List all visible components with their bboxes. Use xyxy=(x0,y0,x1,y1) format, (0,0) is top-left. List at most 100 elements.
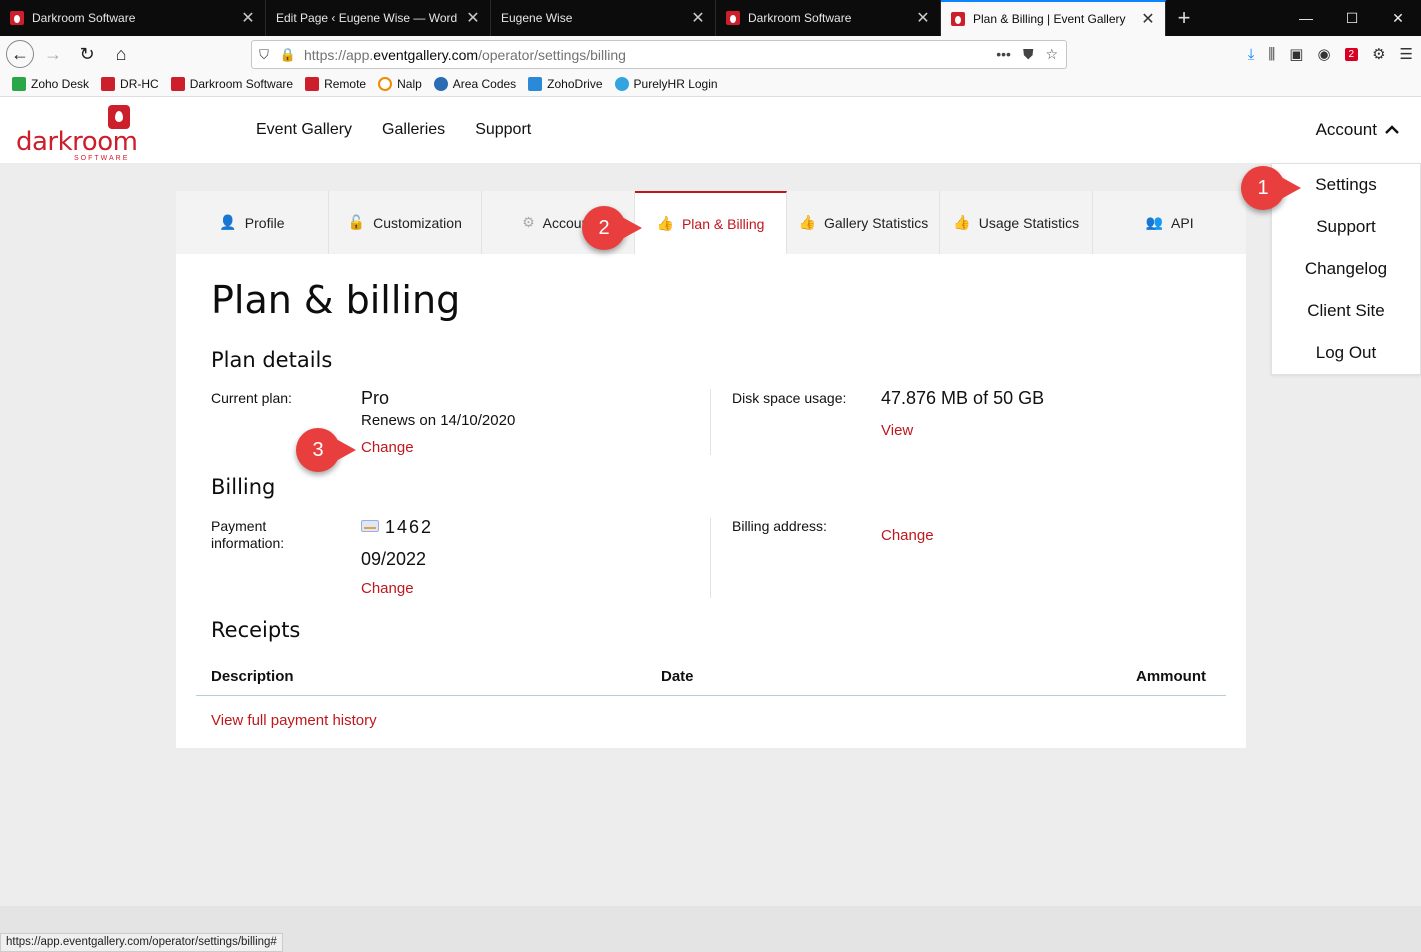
url-bar[interactable]: ⛉ 🔒 https://app.eventgallery.com/operato… xyxy=(251,40,1067,69)
dropdown-item-client-site[interactable]: Client Site xyxy=(1272,290,1420,332)
view-payment-history-link[interactable]: View full payment history xyxy=(211,712,377,729)
pocket-icon[interactable]: ⛊ xyxy=(1023,46,1034,63)
chevron-up-icon xyxy=(1385,125,1399,134)
column-divider xyxy=(710,389,711,455)
menu-icon[interactable]: ☰ xyxy=(1400,45,1413,63)
plan-name: Pro xyxy=(361,388,390,408)
padlock-icon[interactable]: 🔒 xyxy=(276,47,300,63)
nav-support[interactable]: Support xyxy=(475,121,531,139)
bookmark-item[interactable]: Area Codes xyxy=(433,77,516,91)
browser-tab[interactable]: Eugene Wise ✕ xyxy=(491,0,716,36)
receipts-table-header: Description Date Ammount xyxy=(211,668,1211,688)
bookmark-item[interactable]: Zoho Desk xyxy=(12,77,89,91)
callout-step-3: 3 xyxy=(296,428,356,472)
close-tab-icon[interactable]: ✕ xyxy=(1141,9,1155,29)
tab-gallery-statistics[interactable]: 👍 Gallery Statistics xyxy=(787,191,941,254)
forward-arrow-icon[interactable]: → xyxy=(38,39,68,69)
site-header: darkroom SOFTWARE Event Gallery Gallerie… xyxy=(0,97,1421,163)
dropdown-item-support[interactable]: Support xyxy=(1272,206,1420,248)
close-tab-icon[interactable]: ✕ xyxy=(916,8,930,28)
reload-icon[interactable]: ↻ xyxy=(72,39,102,69)
close-tab-icon[interactable]: ✕ xyxy=(241,8,255,28)
column-divider xyxy=(710,518,711,598)
darkroom-favicon-icon xyxy=(10,11,24,25)
change-plan-link[interactable]: Change xyxy=(361,439,414,456)
thumbs-up-icon: 👍 xyxy=(953,214,971,230)
bookmark-favicon-icon xyxy=(305,77,320,91)
bookmark-item[interactable]: ZohoDrive xyxy=(528,77,603,91)
user-icon: 👤 xyxy=(219,214,237,230)
bookmark-item[interactable]: Darkroom Software xyxy=(170,77,293,91)
card-expiry: 09/2022 xyxy=(361,549,427,569)
plan-renewal-date: Renews on 14/10/2020 xyxy=(361,412,516,429)
back-arrow-icon[interactable]: ← xyxy=(6,40,34,68)
bookmark-item[interactable]: PurelyHR Login xyxy=(614,77,718,91)
bookmark-item[interactable]: Remote xyxy=(305,77,366,91)
nav-galleries[interactable]: Galleries xyxy=(382,121,445,139)
url-text[interactable]: https://app.eventgallery.com/operator/se… xyxy=(304,47,996,63)
tab-usage-statistics[interactable]: 👍 Usage Statistics xyxy=(940,191,1094,254)
settings-tabs: 👤 Profile 🔓 Customization ⚙ Account 👍 Plan &… xyxy=(176,191,1246,254)
close-window-icon[interactable]: ✕ xyxy=(1375,0,1421,36)
library-icon[interactable]: ⫼ xyxy=(1268,46,1275,63)
bookmark-favicon-icon xyxy=(170,77,185,91)
bookmark-star-icon[interactable]: ☆ xyxy=(1045,46,1058,63)
dropdown-item-log-out[interactable]: Log Out xyxy=(1272,332,1420,374)
extension-badge[interactable]: 2 xyxy=(1344,47,1359,61)
card-number: 1462 xyxy=(361,517,433,538)
darkroom-favicon-icon xyxy=(951,12,965,26)
browser-navbar: ← → ↻ ⌂ ⛉ 🔒 https://app.eventgallery.com… xyxy=(0,36,1421,72)
callout-step-1: 1 xyxy=(1241,166,1301,210)
thumbs-up-icon: 👍 xyxy=(656,215,674,231)
maximize-icon[interactable]: ☐ xyxy=(1329,0,1375,36)
browser-toolbar: ⤓ ⫼ ▣ ◉ 2 ⚙ ☰ xyxy=(1248,36,1413,72)
thumbs-up-icon: 👍 xyxy=(798,214,816,230)
browser-tab[interactable]: Darkroom Software ✕ xyxy=(0,0,266,36)
change-payment-link[interactable]: Change xyxy=(361,580,414,597)
extension-icon[interactable]: ⚙ xyxy=(1372,45,1385,63)
bookmark-favicon-icon xyxy=(12,77,26,91)
window-controls: — ☐ ✕ xyxy=(1283,0,1421,36)
plan-details-heading: Plan details xyxy=(211,348,333,372)
darkroom-logo[interactable]: darkroom SOFTWARE xyxy=(16,105,138,162)
browser-tab[interactable]: Darkroom Software ✕ xyxy=(716,0,941,36)
column-amount: Ammount xyxy=(1136,668,1206,685)
view-disk-usage-link[interactable]: View xyxy=(881,422,913,439)
home-icon[interactable]: ⌂ xyxy=(106,39,136,69)
dropdown-item-changelog[interactable]: Changelog xyxy=(1272,248,1420,290)
nav-event-gallery[interactable]: Event Gallery xyxy=(256,121,352,139)
billing-address-label: Billing address: xyxy=(732,518,827,534)
payment-information-label: Payment information: xyxy=(211,518,285,551)
column-date: Date xyxy=(661,668,694,685)
browser-tab[interactable]: Edit Page ‹ Eugene Wise — WordPr ✕ xyxy=(266,0,491,36)
bookmark-favicon-icon xyxy=(614,77,629,91)
current-plan-label: Current plan: xyxy=(211,390,292,406)
new-tab-button[interactable]: + xyxy=(1166,0,1202,36)
tab-customization[interactable]: 🔓 Customization xyxy=(329,191,482,254)
tab-plan-billing[interactable]: 👍 Plan & Billing xyxy=(634,191,788,254)
bookmark-item[interactable]: Nalp xyxy=(378,77,422,91)
bookmark-item[interactable]: DR-HC xyxy=(101,77,159,91)
callout-step-2: 2 xyxy=(582,206,642,250)
account-menu-toggle[interactable]: Account xyxy=(1316,97,1399,163)
browser-tab-bar: Darkroom Software ✕ Edit Page ‹ Eugene W… xyxy=(0,0,1421,36)
page-actions-icon[interactable]: ••• xyxy=(996,46,1011,63)
bookmarks-bar: Zoho Desk DR-HC Darkroom Software Remote… xyxy=(0,72,1421,97)
shield-icon[interactable]: ⛉ xyxy=(252,47,276,63)
minimize-icon[interactable]: — xyxy=(1283,0,1329,36)
column-description: Description xyxy=(211,668,294,685)
tab-profile[interactable]: 👤 Profile xyxy=(176,191,329,254)
settings-card: 👤 Profile 🔓 Customization ⚙ Account 👍 Plan &… xyxy=(176,191,1246,748)
darkroom-favicon-icon xyxy=(726,11,740,25)
close-tab-icon[interactable]: ✕ xyxy=(466,8,480,28)
bookmark-favicon-icon xyxy=(378,77,393,91)
download-icon[interactable]: ⤓ xyxy=(1248,46,1255,63)
close-tab-icon[interactable]: ✕ xyxy=(691,8,705,28)
receipts-heading: Receipts xyxy=(211,618,301,642)
tab-api[interactable]: 👥 API xyxy=(1093,191,1246,254)
account-icon[interactable]: ◉ xyxy=(1317,45,1330,63)
change-billing-address-link[interactable]: Change xyxy=(881,527,934,544)
sidebar-icon[interactable]: ▣ xyxy=(1289,45,1303,63)
bookmark-favicon-icon xyxy=(101,77,116,91)
browser-tab-active[interactable]: Plan & Billing | Event Gallery ✕ xyxy=(941,0,1166,36)
